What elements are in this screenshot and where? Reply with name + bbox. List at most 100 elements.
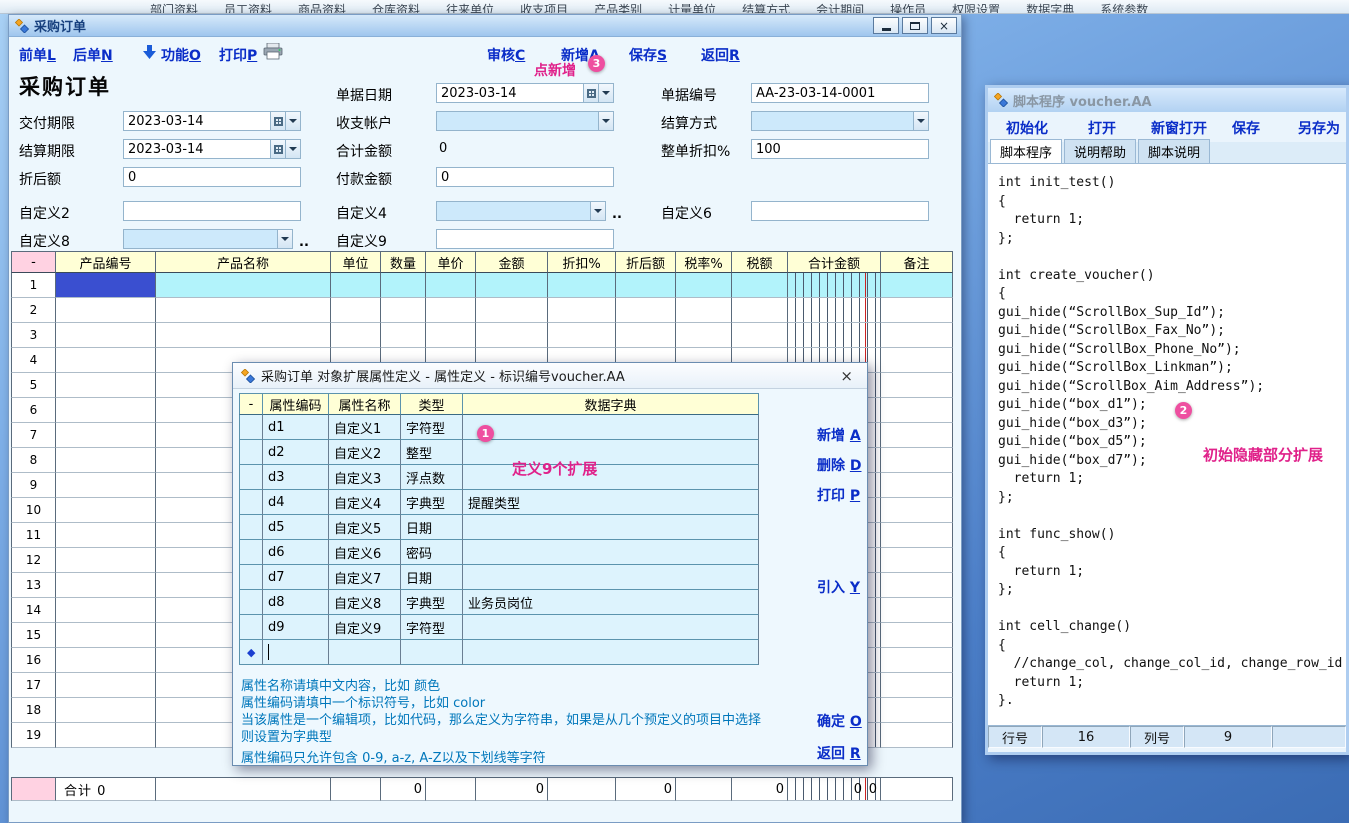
grid-cell[interactable] (881, 673, 953, 698)
attribute-cell[interactable]: 自定义5 (329, 515, 401, 540)
row-number[interactable]: 1 (11, 273, 56, 298)
dialog-close-button[interactable]: × (836, 367, 857, 385)
grid-cell[interactable] (476, 323, 548, 348)
background-menu-item[interactable]: 数据字典 (1026, 1, 1074, 13)
tab-description[interactable]: 脚本说明 (1138, 139, 1210, 163)
grid-cell[interactable] (56, 573, 156, 598)
attribute-cell[interactable]: d3 (263, 465, 329, 490)
delivery-date-dropdown-button[interactable] (285, 112, 300, 130)
background-menu-item[interactable]: 操作员 (890, 1, 926, 13)
audit-button[interactable]: 审核C (487, 45, 525, 65)
grid-cell[interactable] (881, 548, 953, 573)
attribute-cell[interactable]: 日期 (401, 565, 463, 590)
grid-cell[interactable] (156, 323, 331, 348)
attribute-cell[interactable]: d7 (263, 565, 329, 590)
custom4-more-button[interactable]: .. (612, 207, 622, 222)
dialog-title-bar[interactable]: 采购订单 对象扩展属性定义 - 属性定义 - 标识编号voucher.AA × (233, 363, 867, 389)
attribute-cell[interactable]: 自定义4 (329, 490, 401, 515)
row-number[interactable]: 10 (11, 498, 56, 523)
grid-cell[interactable] (56, 498, 156, 523)
row-number[interactable]: 12 (11, 548, 56, 573)
function-button[interactable]: 功能O (161, 45, 201, 65)
background-menu-item[interactable]: 仓库资料 (372, 1, 420, 13)
background-menu-item[interactable]: 收支项目 (520, 1, 568, 13)
grid-cell[interactable] (881, 398, 953, 423)
grid-cell[interactable] (732, 273, 788, 298)
doc-no-field[interactable]: AA-23-03-14-0001 (751, 83, 929, 103)
custom8-dropdown-button[interactable] (277, 230, 292, 248)
grid-cell[interactable] (156, 273, 331, 298)
attribute-row[interactable]: d9自定义9字符型 (239, 615, 759, 640)
attribute-cell[interactable]: 字符型 (401, 415, 463, 440)
minimize-button[interactable] (873, 17, 899, 34)
attribute-cell[interactable]: 自定义9 (329, 615, 401, 640)
attribute-cell[interactable] (463, 515, 759, 540)
custom2-field[interactable] (123, 201, 301, 221)
row-number[interactable]: 14 (11, 598, 56, 623)
attribute-cell[interactable]: 字典型 (401, 590, 463, 615)
custom6-field[interactable] (751, 201, 929, 221)
attribute-cell[interactable] (239, 590, 263, 615)
attribute-row[interactable]: d7自定义7日期 (239, 565, 759, 590)
settle-date-dropdown-button[interactable] (285, 140, 300, 158)
maximize-button[interactable] (902, 17, 928, 34)
grid-cell[interactable] (881, 473, 953, 498)
grid-cell[interactable] (381, 273, 426, 298)
grid-cell[interactable] (616, 323, 676, 348)
grid-cell[interactable] (56, 423, 156, 448)
row-number[interactable]: 3 (11, 323, 56, 348)
grid-cell[interactable] (881, 598, 953, 623)
grid-cell[interactable] (381, 323, 426, 348)
attribute-cell[interactable] (239, 415, 263, 440)
background-menu-item[interactable]: 结算方式 (742, 1, 790, 13)
attribute-cell[interactable]: 字符型 (401, 615, 463, 640)
title-bar[interactable]: 采购订单 × (9, 15, 961, 37)
background-menu-item[interactable]: 部门资料 (150, 1, 198, 13)
grid-cell[interactable] (548, 323, 616, 348)
grid-cell[interactable] (331, 298, 381, 323)
account-dropdown-button[interactable] (598, 112, 613, 130)
attribute-cell[interactable]: 自定义2 (329, 440, 401, 465)
row-number[interactable]: 16 (11, 648, 56, 673)
attribute-cell[interactable] (463, 640, 759, 665)
grid-cell[interactable] (56, 698, 156, 723)
attribute-cell[interactable] (239, 490, 263, 515)
attribute-cell[interactable] (239, 540, 263, 565)
custom8-combo[interactable] (123, 229, 293, 249)
script-open-button[interactable]: 打开 (1088, 118, 1116, 138)
close-button[interactable]: × (931, 17, 957, 34)
grid-cell[interactable] (881, 423, 953, 448)
grid-cell[interactable] (881, 348, 953, 373)
dialog-ok-button[interactable]: 确定 O (817, 711, 862, 731)
grid-cell[interactable] (881, 298, 953, 323)
grid-cell[interactable] (476, 298, 548, 323)
row-number[interactable]: 2 (11, 298, 56, 323)
custom4-dropdown-button[interactable] (590, 202, 605, 220)
dialog-print-button[interactable]: 打印 P (817, 485, 860, 505)
whole-discount-field[interactable]: 100 (751, 139, 929, 159)
print-button[interactable]: 打印P (219, 45, 257, 65)
attribute-cell[interactable]: 自定义8 (329, 590, 401, 615)
grid-cell[interactable] (426, 323, 476, 348)
attribute-cell[interactable]: 提醒类型 (463, 490, 759, 515)
attribute-cell[interactable]: 自定义6 (329, 540, 401, 565)
grid-cell[interactable] (881, 698, 953, 723)
row-number[interactable]: 13 (11, 573, 56, 598)
row-number[interactable]: 19 (11, 723, 56, 748)
background-menu-item[interactable]: 员工资料 (224, 1, 272, 13)
attribute-cell[interactable]: 字典型 (401, 490, 463, 515)
attribute-cell[interactable]: 自定义3 (329, 465, 401, 490)
back-button[interactable]: 返回R (701, 45, 740, 65)
attribute-row[interactable]: d2自定义2整型 (239, 440, 759, 465)
attribute-cell[interactable] (463, 415, 759, 440)
next-doc-button[interactable]: 后单N (73, 45, 113, 65)
script-init-button[interactable]: 初始化 (1006, 118, 1048, 138)
settle-method-combo[interactable] (751, 111, 929, 131)
grid-cell[interactable] (881, 573, 953, 598)
background-menu-item[interactable]: 会计期间 (816, 1, 864, 13)
row-number[interactable]: 5 (11, 373, 56, 398)
grid-cell[interactable] (56, 448, 156, 473)
attribute-cell[interactable] (239, 515, 263, 540)
grid-cell[interactable] (56, 523, 156, 548)
grid-cell[interactable] (881, 523, 953, 548)
